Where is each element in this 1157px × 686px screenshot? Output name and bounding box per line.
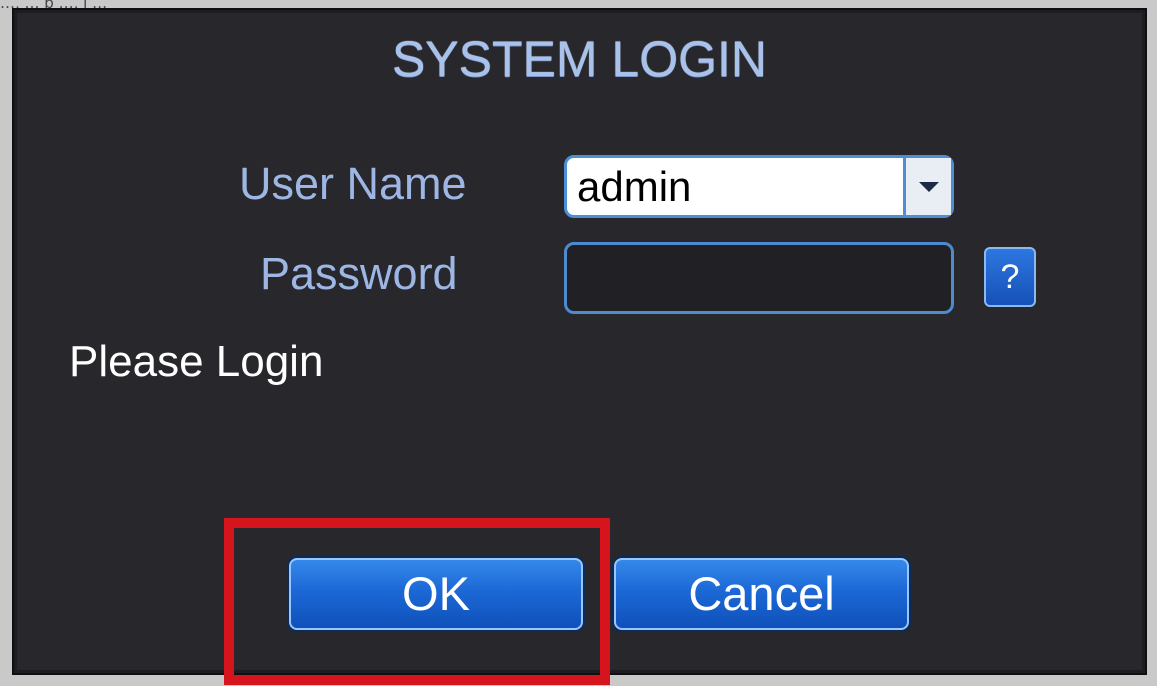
chevron-down-icon <box>918 181 939 192</box>
user-dropdown-button[interactable] <box>903 158 951 215</box>
password-field[interactable] <box>564 242 954 314</box>
cancel-button-label: Cancel <box>688 567 835 620</box>
user-name-label: User Name <box>239 158 467 209</box>
cancel-button[interactable]: Cancel <box>614 558 909 630</box>
help-button[interactable]: ? <box>984 247 1036 307</box>
ok-button-highlight-box <box>224 518 610 685</box>
system-login-dialog: SYSTEM LOGIN User Name admin Password ? … <box>12 8 1147 685</box>
user-name-select[interactable]: admin <box>564 155 954 218</box>
password-label: Password <box>260 248 458 299</box>
status-message: Please Login <box>69 337 324 386</box>
question-icon: ? <box>1000 258 1020 296</box>
dialog-title: SYSTEM LOGIN <box>391 31 768 87</box>
screen-frame: …, … p …, j … SYSTEM LOGIN User Name adm… <box>0 0 1157 686</box>
user-name-value: admin <box>577 163 692 210</box>
